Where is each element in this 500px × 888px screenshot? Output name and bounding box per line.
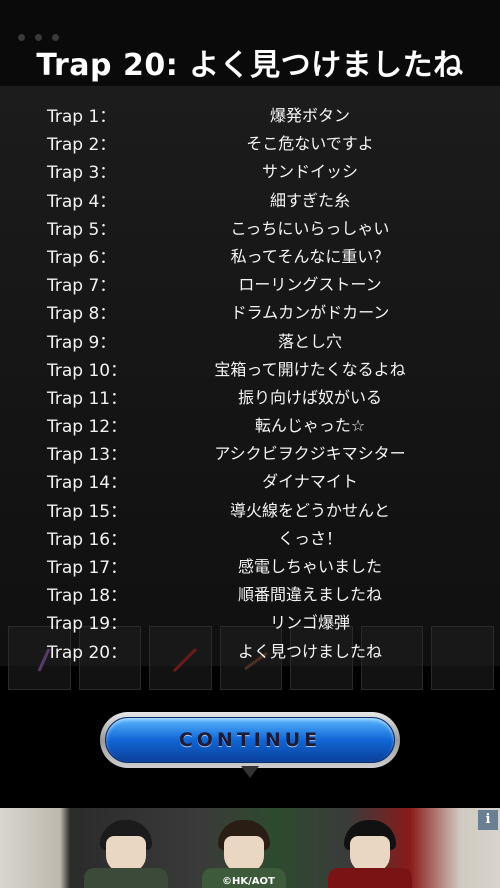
list-item: Trap 3： サンドイッシ xyxy=(0,156,500,184)
trap-number: Trap 13： xyxy=(47,445,128,466)
trap-name: 順番間違えましたね xyxy=(237,585,382,605)
copyright-text: ©HK/AOT xyxy=(222,876,275,887)
list-item: Trap 7： ローリングストーン xyxy=(0,269,500,297)
list-item: Trap 11： 振り向けば奴がいる xyxy=(0,382,500,410)
trap-name: こっちにいらっしゃい xyxy=(230,218,390,238)
trap-number: Trap 18： xyxy=(47,586,128,607)
continue-button[interactable]: CONTINUE xyxy=(100,712,400,768)
list-item: Trap 2： そこ危ないですよ xyxy=(0,128,500,156)
continue-button-wrap: CONTINUE xyxy=(100,712,400,772)
body xyxy=(84,868,168,888)
trap-name: 宝箱って開けたくなるよね xyxy=(214,359,406,379)
trap-name: 導火線をどうかせんと xyxy=(229,500,390,520)
trap-name: ダイナマイト xyxy=(262,472,358,492)
pointer-arrow-icon xyxy=(241,766,259,778)
trap-name: 爆発ボタン xyxy=(269,106,350,125)
list-item: Trap 15： 導火線をどうかせんと xyxy=(0,495,500,523)
trap-number: Trap 10： xyxy=(47,360,128,381)
trap-number: Trap 7： xyxy=(47,276,117,297)
list-item: Trap 18： 順番間違えましたね xyxy=(0,579,500,607)
list-item: Trap 1： 爆発ボタン xyxy=(0,100,500,128)
trap-name: よく見つけましたね xyxy=(237,641,382,661)
character-portrait xyxy=(322,812,418,888)
body xyxy=(328,868,412,888)
trap-number: Trap 3： xyxy=(47,163,117,184)
continue-button-face[interactable]: CONTINUE xyxy=(105,717,395,763)
trap-number: Trap 16： xyxy=(47,529,128,550)
trap-number: Trap 20： xyxy=(47,642,128,663)
character-portrait xyxy=(78,812,174,888)
list-item: Trap 13： アシクビヲクジキマシター xyxy=(0,438,500,466)
list-item: Trap 10： 宝箱って開けたくなるよね xyxy=(0,354,500,382)
trap-number: Trap 9： xyxy=(47,332,117,353)
list-item: Trap 16： くっさ！ xyxy=(0,523,500,551)
trap-name: リンゴ爆弾 xyxy=(269,613,350,633)
list-item: Trap 19： リンゴ爆弾 xyxy=(0,607,500,635)
list-item: Trap 8： ドラムカンがドカーン xyxy=(0,297,500,325)
trap-number: Trap 6： xyxy=(47,247,117,268)
trap-name: ドラムカンがドカーン xyxy=(230,303,390,323)
page-title: Trap 20: よく見つけましたね xyxy=(36,48,464,83)
trap-number: Trap 12： xyxy=(47,417,128,438)
face xyxy=(224,836,264,872)
trap-name: 落とし穴 xyxy=(277,331,342,351)
trap-number: Trap 19： xyxy=(47,614,128,635)
list-item: Trap 14： ダイナマイト xyxy=(0,466,500,494)
list-item: Trap 6： 私ってそんなに重い？ xyxy=(0,241,500,269)
list-item: Trap 20： よく見つけましたね xyxy=(0,636,500,664)
trap-number: Trap 17： xyxy=(47,558,128,578)
trap-number: Trap 14： xyxy=(47,473,128,494)
trap-name: 振り向けば奴がいる xyxy=(237,387,382,407)
list-item: Trap 12： 転んじゃった☆ xyxy=(0,410,500,438)
trap-list: Trap 1： 爆発ボタン Trap 2： そこ危ないですよ Trap 3： サンドイ… xyxy=(0,100,500,664)
trap-name: 転んじゃった☆ xyxy=(254,416,366,436)
trap-name: そこ危ないですよ xyxy=(246,134,374,154)
face xyxy=(106,836,146,872)
trap-number: Trap 4： xyxy=(47,191,117,212)
trap-number: Trap 2： xyxy=(47,135,117,156)
list-item: Trap 17： 感電しちゃいました xyxy=(0,551,500,579)
trap-name: 感電しちゃいました xyxy=(237,557,382,576)
list-item: Trap 9： 落とし穴 xyxy=(0,326,500,354)
face xyxy=(350,836,390,872)
continue-label: CONTINUE xyxy=(178,729,322,751)
trap-name: ローリングストーン xyxy=(238,275,382,295)
info-icon[interactable]: i xyxy=(478,810,498,830)
trap-name: 細すぎた糸 xyxy=(269,190,350,210)
trap-number: Trap 15： xyxy=(47,501,128,522)
trap-name: アシクビヲクジキマシター xyxy=(214,444,406,464)
trap-number: Trap 11： xyxy=(47,388,128,409)
trap-name: 私ってそんなに重い？ xyxy=(230,246,390,266)
trap-name: サンドイッシ xyxy=(261,162,358,182)
trap-number: Trap 8： xyxy=(47,304,117,325)
trap-name: くっさ！ xyxy=(277,528,342,548)
trap-number: Trap 1： xyxy=(47,107,117,127)
list-item: Trap 5： こっちにいらっしゃい xyxy=(0,213,500,241)
trap-number: Trap 5： xyxy=(47,219,117,240)
list-item: Trap 4： 細すぎた糸 xyxy=(0,185,500,213)
